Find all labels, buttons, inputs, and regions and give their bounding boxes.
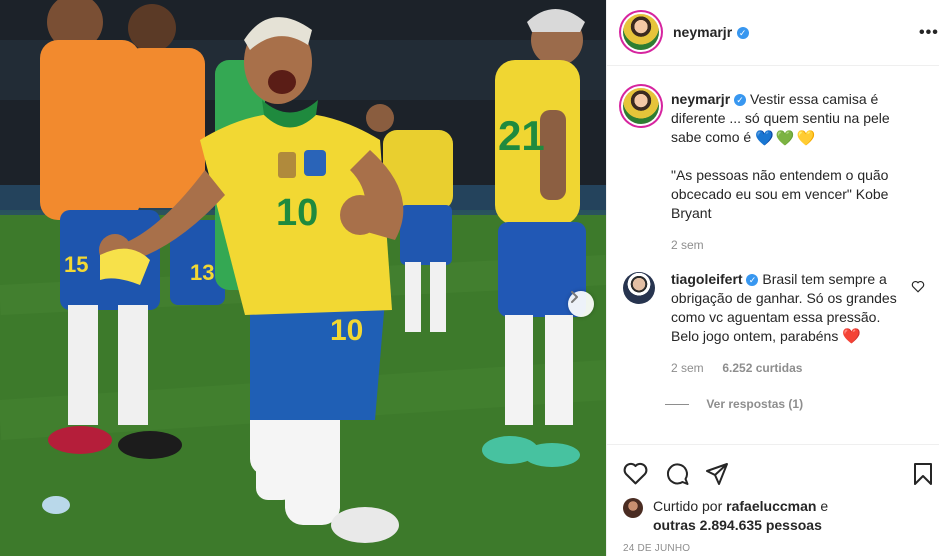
comment-timestamp[interactable]: 2 sem	[671, 361, 704, 375]
liked-by-avatar[interactable]	[623, 498, 643, 518]
shorts-number-13: 13	[190, 260, 214, 285]
post-sidebar: neymarjr ✓ ••• neymarjr ✓ Vestir essa ca…	[606, 0, 939, 556]
caption-author-avatar[interactable]	[623, 88, 659, 124]
comment-likes-count[interactable]: 6.252 curtidas	[722, 361, 802, 375]
like-heart-icon[interactable]	[623, 462, 648, 485]
blue-heart-icon: 💙	[755, 129, 774, 147]
replies-divider	[665, 404, 689, 406]
verified-badge-icon: ✓	[734, 94, 747, 107]
commenter-username[interactable]: tiagoleifert	[671, 271, 743, 287]
green-heart-icon: 💚	[775, 129, 795, 147]
caption-username[interactable]: neymarjr	[671, 91, 730, 107]
view-replies-label: Ver respostas (1)	[706, 397, 804, 411]
post-actions: Curtido por rafaeluccman e outras 2.894.…	[607, 444, 939, 556]
share-plane-icon[interactable]	[705, 462, 729, 486]
view-replies-link[interactable]: Ver respostas (1)	[665, 395, 903, 414]
caption-quote: "As pessoas não entendem o quão obcecado…	[671, 167, 889, 221]
commenter-avatar[interactable]	[623, 272, 655, 304]
author-username[interactable]: neymarjr	[673, 24, 732, 40]
verified-badge-icon: ✓	[736, 26, 749, 39]
more-options-icon[interactable]: •••	[919, 24, 939, 42]
save-bookmark-icon[interactable]	[913, 462, 933, 486]
chevron-right-icon	[571, 291, 578, 303]
comment-bubble-icon[interactable]	[665, 462, 690, 486]
comments-section[interactable]: neymarjr ✓ Vestir essa camisa é diferent…	[607, 66, 939, 444]
jersey-number-10: 10	[276, 192, 318, 234]
red-heart-icon: ❤️	[842, 328, 861, 345]
post-header: neymarjr ✓ •••	[607, 0, 939, 66]
next-image-button[interactable]	[568, 291, 594, 317]
photo-illustration: 21 15 13 10 10	[0, 0, 606, 556]
comment-like-heart-icon[interactable]	[911, 280, 925, 293]
liked-by-prefix: Curtido por	[653, 498, 723, 514]
post-date[interactable]: 24 DE JUNHO	[623, 543, 690, 554]
liked-by-user[interactable]: rafaeluccman	[726, 498, 816, 514]
author-name-group: neymarjr ✓	[673, 24, 749, 42]
shorts-number-10: 10	[330, 314, 363, 347]
liked-by-others[interactable]: outras 2.894.635 pessoas	[653, 517, 822, 533]
caption-timestamp[interactable]: 2 sem	[671, 236, 921, 255]
back-number-21: 21	[498, 112, 545, 159]
caption-body: neymarjr ✓ Vestir essa camisa é diferent…	[671, 90, 921, 255]
liked-by-text: Curtido por rafaeluccman e outras 2.894.…	[653, 497, 828, 535]
comment-body: tiagoleifert ✓ Brasil tem sempre a obrig…	[665, 270, 903, 414]
comment-meta: 2 sem 6.252 curtidas	[671, 359, 903, 378]
author-avatar[interactable]	[623, 14, 659, 50]
caption-hearts: 💙 💚 💛	[755, 131, 815, 146]
shorts-number-15: 15	[64, 252, 88, 277]
verified-badge-icon: ✓	[746, 274, 759, 287]
yellow-heart-icon: 💛	[796, 129, 816, 147]
liked-by-conjunction: e	[820, 498, 829, 514]
post-photo[interactable]: 21 15 13 10 10	[0, 0, 606, 556]
